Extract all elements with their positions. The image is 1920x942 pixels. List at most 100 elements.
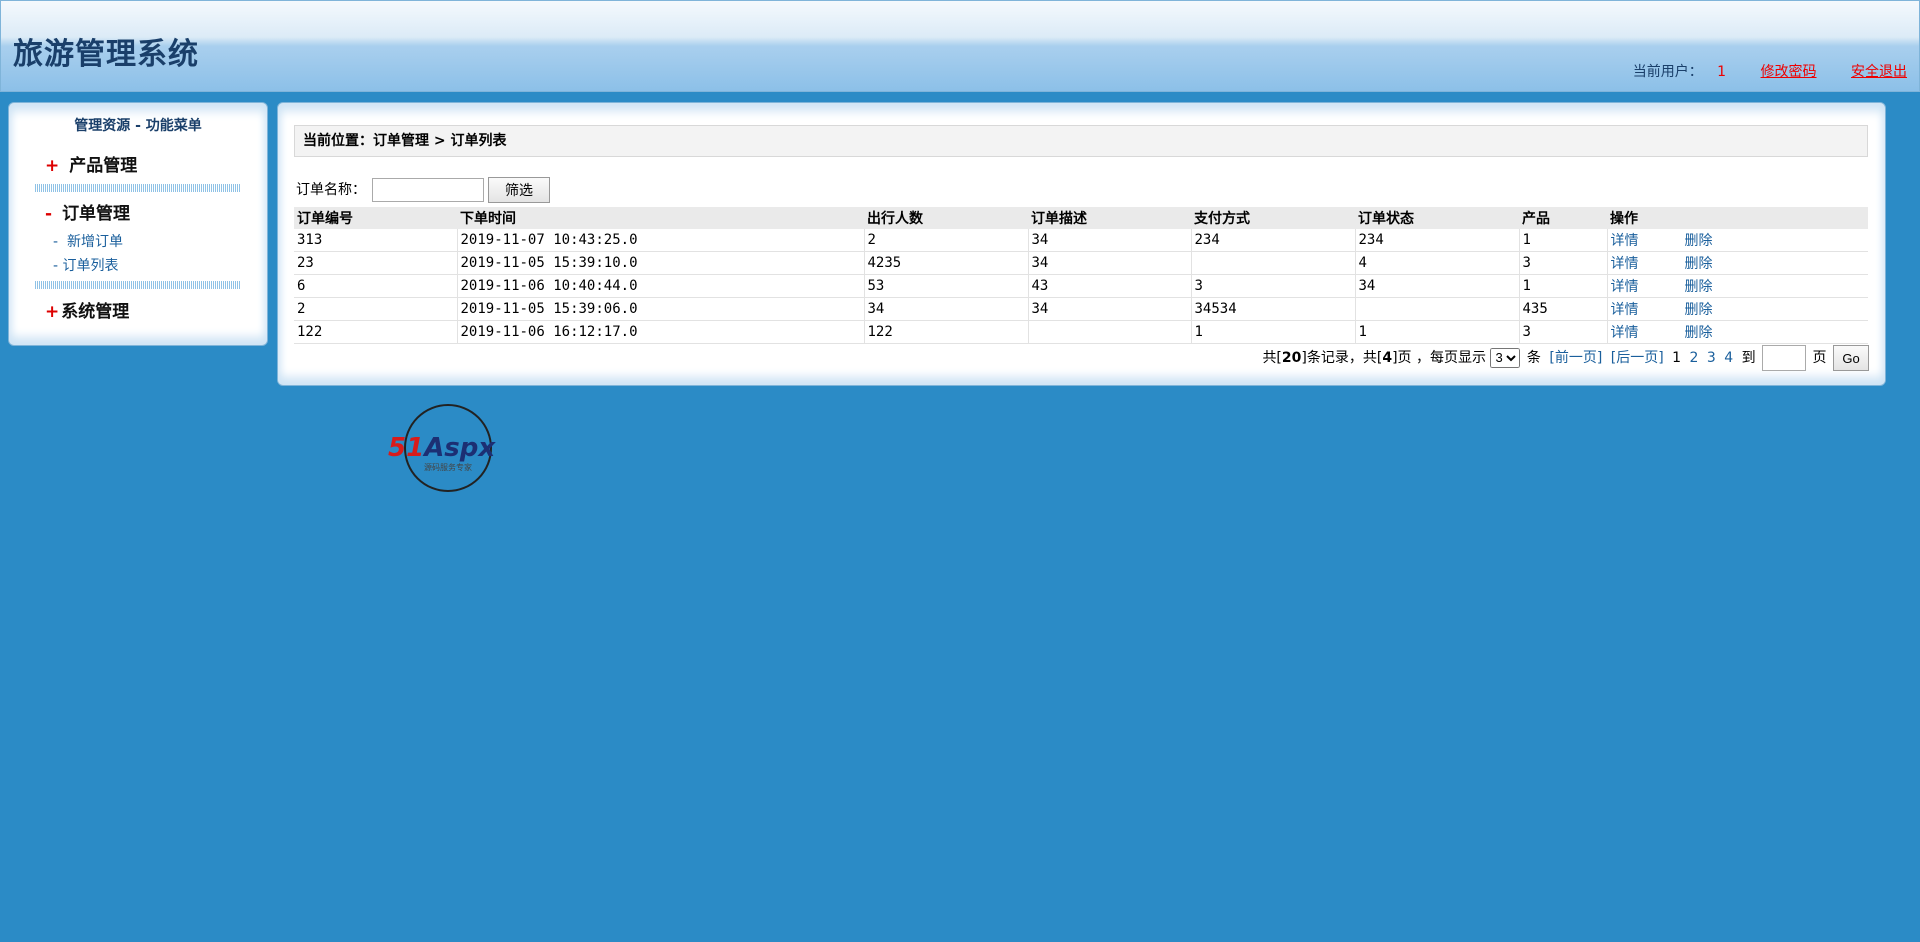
delete-link[interactable]: 删除 <box>1685 233 1713 249</box>
cell: 34 <box>1028 297 1192 321</box>
next-page-link[interactable]: [后一页] <box>1611 350 1664 366</box>
detail-link[interactable]: 详情 <box>1611 325 1639 341</box>
menu-group-label: 产品管理 <box>69 156 138 176</box>
user-bar: 当前用户： 1 修改密码 安全退出 <box>1633 61 1907 81</box>
cell: 313 <box>294 229 458 252</box>
goto-page-input[interactable] <box>1762 345 1807 371</box>
submenu-order-list[interactable]: - 订单列表 <box>53 255 119 275</box>
expand-icon: + <box>45 302 60 322</box>
cell: 1 <box>1355 320 1520 344</box>
logo-text: 51Aspx <box>388 433 496 463</box>
actions-cell: 详情 删除 <box>1607 229 1868 252</box>
page-link[interactable]: 3 <box>1707 350 1716 366</box>
delete-link[interactable]: 删除 <box>1685 279 1713 295</box>
app-title: 旅游管理系统 <box>13 37 199 72</box>
cell: 34 <box>1355 274 1520 298</box>
cell: 34534 <box>1191 297 1356 321</box>
cell: 122 <box>864 320 1029 344</box>
cell: 2019-11-05 15:39:06.0 <box>457 297 865 321</box>
current-user-name: 1 <box>1717 64 1727 80</box>
current-page: 1 <box>1672 350 1682 366</box>
page-size-select[interactable]: 3 <box>1490 347 1521 368</box>
cell: 34 <box>1028 251 1192 275</box>
actions-cell: 详情 删除 <box>1607 320 1868 344</box>
menu-divider <box>35 281 241 289</box>
goto-label: 到 <box>1741 350 1756 366</box>
cell: 2019-11-06 10:40:44.0 <box>457 274 865 298</box>
cell: 23 <box>294 251 458 275</box>
col-order-time: 下单时间 <box>457 207 864 229</box>
menu-group-label: 系统管理 <box>61 302 130 322</box>
site-logo: 51Aspx 源码服务专家 <box>388 404 496 492</box>
prev-page-link[interactable]: [前一页] <box>1549 350 1602 366</box>
menu-group-products[interactable]: + 产品管理 <box>45 151 137 176</box>
delete-link[interactable]: 删除 <box>1685 302 1713 318</box>
table-row: 313 2019-11-07 10:43:25.0 2 34 234 234 1… <box>294 229 1868 252</box>
col-order-id: 订单编号 <box>294 207 457 229</box>
cell: 53 <box>864 274 1029 298</box>
detail-link[interactable]: 详情 <box>1611 302 1639 318</box>
pager-summary: 共[20]条记录，共[4]页 ，每页显示 <box>1262 350 1486 366</box>
logout-link[interactable]: 安全退出 <box>1851 64 1907 80</box>
cell <box>1355 297 1520 321</box>
submenu-label: 订单列表 <box>62 258 119 274</box>
page-size-unit: 条 <box>1526 350 1541 366</box>
cell: 34 <box>864 297 1029 321</box>
table-row: 6 2019-11-06 10:40:44.0 53 43 3 34 1 详情 删… <box>294 274 1868 298</box>
page-link[interactable]: 4 <box>1724 350 1733 366</box>
main-panel: 当前位置：订单管理 > 订单列表 订单名称： 筛选 订单编号 下单时间 出行人数 … <box>277 102 1886 386</box>
table-row: 2 2019-11-05 15:39:06.0 34 34 34534 435 … <box>294 297 1868 321</box>
col-travelers: 出行人数 <box>864 207 1028 229</box>
menu-group-label: 订单管理 <box>62 204 131 224</box>
submenu-add-order[interactable]: - 新增订单 <box>53 231 123 251</box>
cell: 2 <box>864 229 1029 252</box>
cell: 234 <box>1355 229 1520 252</box>
filter-bar: 订单名称： 筛选 <box>296 177 550 203</box>
header-bar: 旅游管理系统 当前用户： 1 修改密码 安全退出 <box>0 0 1920 92</box>
pager-text: 共[ <box>1262 350 1282 366</box>
logo-tagline: 源码服务专家 <box>424 462 472 472</box>
menu-group-orders[interactable]: - 订单管理 <box>45 199 130 224</box>
collapse-icon: - <box>45 204 53 224</box>
order-name-input[interactable] <box>372 178 484 202</box>
page-link[interactable]: 2 <box>1690 350 1699 366</box>
filter-button[interactable]: 筛选 <box>488 177 550 203</box>
delete-link[interactable]: 删除 <box>1685 325 1713 341</box>
cell: 3 <box>1191 274 1356 298</box>
cell: 234 <box>1191 229 1356 252</box>
menu-group-system[interactable]: + 系统管理 <box>45 297 129 322</box>
submenu-bullet: - <box>53 258 59 274</box>
actions-cell: 详情 删除 <box>1607 274 1868 298</box>
current-user-label: 当前用户： <box>1632 64 1703 80</box>
cell: 43 <box>1028 274 1192 298</box>
cell: 1 <box>1519 274 1608 298</box>
cell: 435 <box>1519 297 1608 321</box>
table-row: 122 2019-11-06 16:12:17.0 122 1 1 3 详情 删除 <box>294 320 1868 344</box>
pagination: 共[20]条记录，共[4]页 ，每页显示 3 条 [前一页] [后一页] 1 2… <box>1262 345 1869 371</box>
cell: 3 <box>1519 320 1608 344</box>
cell: 2019-11-05 15:39:10.0 <box>457 251 865 275</box>
menu-divider <box>35 184 241 192</box>
pager-text: ]条记录，共[ <box>1301 350 1383 366</box>
change-password-link[interactable]: 修改密码 <box>1761 64 1817 80</box>
col-product: 产品 <box>1519 207 1607 229</box>
delete-link[interactable]: 删除 <box>1685 256 1713 272</box>
detail-link[interactable]: 详情 <box>1611 279 1639 295</box>
pager-text: ]页 ，每页显示 <box>1392 350 1486 366</box>
cell <box>1191 251 1356 275</box>
cell: 4 <box>1355 251 1520 275</box>
breadcrumb: 当前位置：订单管理 > 订单列表 <box>294 125 1868 157</box>
detail-link[interactable]: 详情 <box>1611 233 1639 249</box>
expand-icon: + <box>45 156 60 176</box>
cell: 1 <box>1519 229 1608 252</box>
go-button[interactable]: Go <box>1833 345 1869 371</box>
sidebar: 管理资源 - 功能菜单 + 产品管理 - 订单管理 - 新增订单 - 订单列表 + 系… <box>8 102 268 346</box>
sidebar-title: 管理资源 - 功能菜单 <box>74 118 202 134</box>
cell: 2019-11-07 10:43:25.0 <box>457 229 865 252</box>
actions-cell: 详情 删除 <box>1607 297 1868 321</box>
total-pages: 4 <box>1382 350 1393 366</box>
table-row: 23 2019-11-05 15:39:10.0 4235 34 4 3 详情 删… <box>294 251 1868 275</box>
cell: 2019-11-06 16:12:17.0 <box>457 320 865 344</box>
filter-label: 订单名称： <box>296 182 366 198</box>
detail-link[interactable]: 详情 <box>1611 256 1639 272</box>
